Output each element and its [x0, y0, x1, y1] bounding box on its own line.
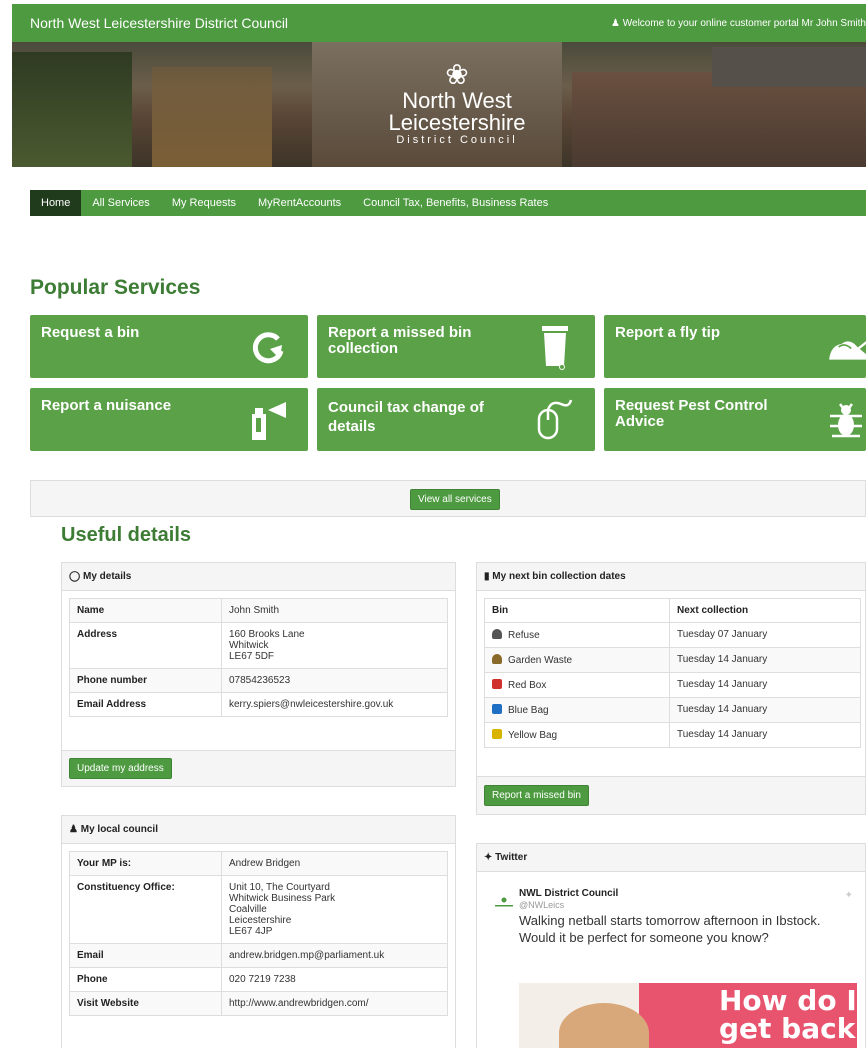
tile-fly-tip[interactable]: Report a fly tip	[604, 315, 866, 378]
update-address-button[interactable]: Update my address	[69, 758, 172, 779]
mp-email-link[interactable]: andrew.bridgen.mp@parliament.uk	[221, 943, 448, 968]
spray-can-icon	[246, 398, 290, 442]
tile-request-bin[interactable]: Request a bin	[30, 315, 308, 378]
table-row: Phone number 07854236523	[69, 668, 448, 693]
tile-missed-bin[interactable]: Report a missed bin collection	[317, 315, 595, 378]
table-row: Name John Smith	[69, 598, 448, 623]
mp-website-link[interactable]: http://www.andrewbridgen.com/	[221, 991, 448, 1016]
bin-collection-panel: ▮ My next bin collection dates Bin Next c…	[476, 562, 866, 815]
my-details-panel: ◯ My details Name John Smith Address 160 B…	[61, 562, 456, 787]
table-row: Phone 020 7219 7238	[69, 967, 448, 992]
tweet-text: Walking netball starts tomorrow afternoo…	[519, 913, 821, 945]
tile-pest-control[interactable]: Request Pest Control Advice	[604, 388, 866, 451]
table-row: Your MP is: Andrew Bridgen	[69, 851, 448, 876]
red-box-icon	[492, 679, 502, 689]
bug-icon	[824, 398, 866, 442]
local-council-table: Your MP is: Andrew Bridgen Constituency O…	[69, 851, 448, 1016]
tweet-avatar[interactable]	[495, 896, 513, 908]
twitter-title: Twitter	[495, 852, 528, 863]
nav-council-tax[interactable]: Council Tax, Benefits, Business Rates	[352, 190, 559, 216]
main-nav: Home All Services My Requests MyRentAcco…	[30, 190, 866, 216]
council-logo[interactable]: ❀ North West Leicestershire District Cou…	[372, 60, 542, 160]
fly-tip-icon	[826, 325, 866, 369]
twitter-logo-icon[interactable]: ✦	[845, 890, 853, 901]
trash-icon: ▮	[484, 571, 490, 582]
my-details-table: Name John Smith Address 160 Brooks Lane Whi…	[69, 598, 448, 717]
refuse-bin-icon	[492, 629, 502, 639]
tile-report-nuisance[interactable]: Report a nuisance	[30, 388, 308, 451]
table-row: Email Address kerry.spiers@nwleicestershi…	[69, 692, 448, 717]
twitter-bird-icon: ✦	[484, 852, 493, 863]
tweet-handle[interactable]: @NWLeics	[519, 900, 564, 910]
user-icon: ♟	[69, 824, 78, 835]
site-title[interactable]: North West Leicestershire District Counc…	[30, 15, 288, 31]
nav-my-rent-accounts[interactable]: MyRentAccounts	[247, 190, 352, 216]
table-row: Red Box Tuesday 14 January	[484, 672, 861, 698]
table-row: Email andrew.bridgen.mp@parliament.uk	[69, 943, 448, 968]
refresh-arrow-icon	[246, 325, 290, 369]
tree-logo-icon: ❀	[445, 59, 469, 90]
report-missed-bin-button[interactable]: Report a missed bin	[484, 785, 589, 806]
view-all-services-bar: View all services	[30, 480, 866, 517]
tile-council-tax[interactable]: Council tax change of details	[317, 388, 595, 451]
nav-all-services[interactable]: All Services	[81, 190, 160, 216]
tweet-image[interactable]: How do I get back	[519, 983, 857, 1048]
wheelie-bin-icon	[533, 325, 577, 370]
table-row: Address 160 Brooks Lane Whitwick LE67 5DF	[69, 622, 448, 669]
bin-collection-table: Bin Next collection Refuse Tuesday 07 Janu…	[484, 598, 861, 748]
table-row: Refuse Tuesday 07 January	[484, 622, 861, 648]
twitter-panel: ✦ Twitter NWL District Council @NWLeics …	[476, 843, 866, 1048]
welcome-message: ♟ Welcome to your online customer portal…	[611, 18, 866, 29]
table-row: Blue Bag Tuesday 14 January	[484, 697, 861, 723]
table-row: Garden Waste Tuesday 14 January	[484, 647, 861, 673]
table-row: Yellow Bag Tuesday 14 January	[484, 722, 861, 748]
local-council-title: My local council	[80, 824, 158, 835]
blue-bag-icon	[492, 704, 502, 714]
local-council-panel: ♟ My local council Your MP is: Andrew Bri…	[61, 815, 456, 1048]
table-row: Visit Website http://www.andrewbridgen.co…	[69, 991, 448, 1016]
user-circle-icon: ◯	[69, 571, 81, 582]
bin-collection-title: My next bin collection dates	[492, 571, 626, 582]
garden-waste-bin-icon	[492, 654, 502, 664]
nav-my-requests[interactable]: My Requests	[161, 190, 247, 216]
popular-services-heading: Popular Services	[30, 276, 201, 299]
useful-details-heading: Useful details	[61, 524, 192, 546]
nav-home[interactable]: Home	[30, 190, 82, 216]
my-details-title: My details	[82, 571, 132, 582]
user-icon: ♟	[611, 18, 620, 29]
view-all-services-button[interactable]: View all services	[410, 489, 500, 510]
yellow-bag-icon	[492, 729, 502, 739]
top-bar: North West Leicestershire District Counc…	[12, 4, 866, 42]
header-banner: ❀ North West Leicestershire District Cou…	[12, 42, 866, 167]
table-row: Constituency Office: Unit 10, The Courtya…	[69, 875, 448, 944]
tweet-author[interactable]: NWL District Council	[519, 888, 618, 899]
computer-mouse-icon	[533, 398, 577, 442]
